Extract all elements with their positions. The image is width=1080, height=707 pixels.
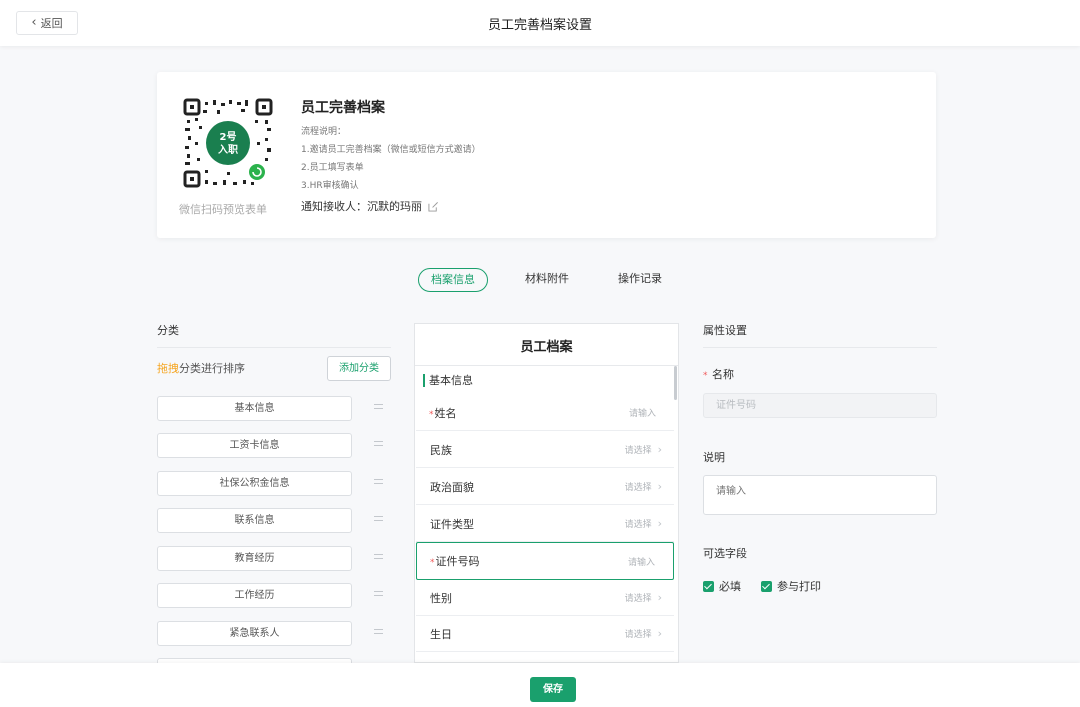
- form-group-label: 基本信息: [423, 374, 473, 387]
- category-item[interactable]: 教育经历: [157, 546, 352, 571]
- notify-receiver: 通知接收人：沉默的玛丽: [301, 198, 439, 214]
- page-title: 员工完善档案设置: [487, 18, 592, 33]
- field-hint: 请输入: [628, 409, 656, 419]
- save-button[interactable]: 保存: [530, 677, 576, 702]
- field-hint: 请选择: [624, 483, 652, 493]
- chevron-right-icon: ›: [657, 627, 662, 640]
- drag-hint-text: 分类进行排序: [179, 362, 245, 375]
- drag-handle-icon[interactable]: [374, 516, 383, 521]
- form-field-ethnicity[interactable]: 民族 请选择 ›: [416, 432, 674, 468]
- category-item[interactable]: 基本信息: [157, 396, 352, 421]
- notify-label: 通知接收人：沉默的玛丽: [301, 200, 422, 213]
- form-field-political-status[interactable]: 政治面貌 请选择 ›: [416, 469, 674, 505]
- description-label: 说明: [703, 451, 725, 464]
- description-textarea[interactable]: [703, 475, 937, 515]
- process-title: 流程说明：: [301, 127, 347, 137]
- form-field-gender[interactable]: 性别 请选择 ›: [416, 580, 674, 616]
- field-label: 性别: [430, 591, 452, 605]
- field-label: 证件类型: [430, 517, 474, 531]
- field-hint: 请输入: [627, 557, 655, 568]
- field-hint: 请选择: [624, 520, 652, 530]
- top-bar: ‹ 返回 员工完善档案设置: [0, 0, 1080, 46]
- optional-fields-label: 可选字段: [703, 547, 747, 560]
- field-label: 政治面貌: [430, 480, 474, 494]
- form-title: 员工档案: [520, 340, 573, 355]
- name-field[interactable]: 证件号码: [703, 393, 937, 418]
- chevron-right-icon: ›: [657, 443, 662, 456]
- logo-text-2: 入职: [218, 144, 238, 156]
- tab-archive-info[interactable]: 档案信息: [418, 268, 488, 292]
- category-item[interactable]: 社保公积金信息: [157, 471, 352, 496]
- tab-attachments[interactable]: 材料附件: [525, 268, 569, 292]
- field-hint: 请选择: [624, 630, 652, 640]
- categories-hint: 拖拽分类进行排序: [157, 360, 245, 376]
- card-title: 员工完善档案: [301, 100, 385, 116]
- footer-bar: 保存: [0, 663, 1080, 707]
- required-checkbox[interactable]: 必填: [703, 578, 741, 594]
- required-mark: *: [429, 409, 434, 420]
- drag-handle-icon[interactable]: [374, 554, 383, 559]
- divider: [415, 365, 678, 366]
- chevron-right-icon: ›: [657, 591, 662, 604]
- drag-handle-icon[interactable]: [374, 629, 383, 634]
- chevron-right-icon: ›: [657, 480, 662, 493]
- checkbox-label: 参与打印: [777, 580, 821, 593]
- form-field-id-number[interactable]: *证件号码 请输入: [416, 542, 674, 580]
- field-hint: 请选择: [624, 594, 652, 604]
- logo-text-1: 2号: [220, 131, 237, 143]
- field-label: 民族: [430, 443, 452, 457]
- form-field-id-type[interactable]: 证件类型 请选择 ›: [416, 506, 674, 542]
- divider: [157, 347, 391, 348]
- drag-hint-highlight: 拖拽: [157, 362, 179, 375]
- name-label: * 名称: [703, 366, 734, 382]
- optional-fields-checks: 必填 参与打印: [703, 578, 821, 594]
- drag-handle-icon[interactable]: [374, 441, 383, 446]
- qr-code-icon: 2号 入职: [183, 98, 273, 188]
- chevron-right-icon: ›: [657, 517, 662, 530]
- print-checkbox[interactable]: 参与打印: [761, 578, 821, 594]
- checkbox-checked-icon[interactable]: [761, 580, 772, 592]
- field-label: 证件号码: [435, 555, 480, 568]
- edit-icon[interactable]: [428, 201, 439, 212]
- drag-handle-icon[interactable]: [374, 591, 383, 596]
- divider: [703, 347, 937, 348]
- form-field-name[interactable]: *姓名 请输入: [416, 395, 674, 431]
- checkbox-label: 必填: [719, 580, 741, 593]
- qr-caption: 微信扫码预览表单: [179, 203, 267, 216]
- required-mark: *: [703, 371, 708, 381]
- field-hint: 请选择: [624, 446, 652, 456]
- process-step-3: 3.HR审核确认: [301, 181, 359, 191]
- tab-operation-log[interactable]: 操作记录: [618, 268, 662, 292]
- process-step-2: 2.员工填写表单: [301, 163, 364, 173]
- field-label: 生日: [430, 627, 452, 641]
- form-field-birthday[interactable]: 生日 请选择 ›: [416, 616, 674, 652]
- checkbox-checked-icon[interactable]: [703, 580, 714, 592]
- form-preview-panel: 员工档案 基本信息 *姓名 请输入 民族 请选择 › 政治面貌 请选择 › 证件类型…: [414, 323, 679, 663]
- info-card: 2号 入职 微信扫码预览表单 员工完善档案 流程说明： 1.邀请员工完善档案（微…: [157, 72, 936, 238]
- categories-title: 分类: [157, 324, 179, 337]
- process-step-1: 1.邀请员工完善档案（微信或短信方式邀请）: [301, 145, 481, 155]
- scrollbar-thumb[interactable]: [674, 366, 677, 400]
- properties-title: 属性设置: [703, 324, 747, 337]
- drag-handle-icon[interactable]: [374, 479, 383, 484]
- category-item[interactable]: 紧急联系人: [157, 621, 352, 646]
- field-label: 姓名: [434, 406, 457, 420]
- drag-handle-icon[interactable]: [374, 404, 383, 409]
- category-item[interactable]: 工资卡信息: [157, 433, 352, 458]
- add-category-button[interactable]: 添加分类: [327, 356, 391, 381]
- category-item[interactable]: 联系信息: [157, 508, 352, 533]
- required-mark: *: [430, 558, 435, 568]
- name-label-text: 名称: [712, 368, 734, 381]
- category-item[interactable]: 工作经历: [157, 583, 352, 608]
